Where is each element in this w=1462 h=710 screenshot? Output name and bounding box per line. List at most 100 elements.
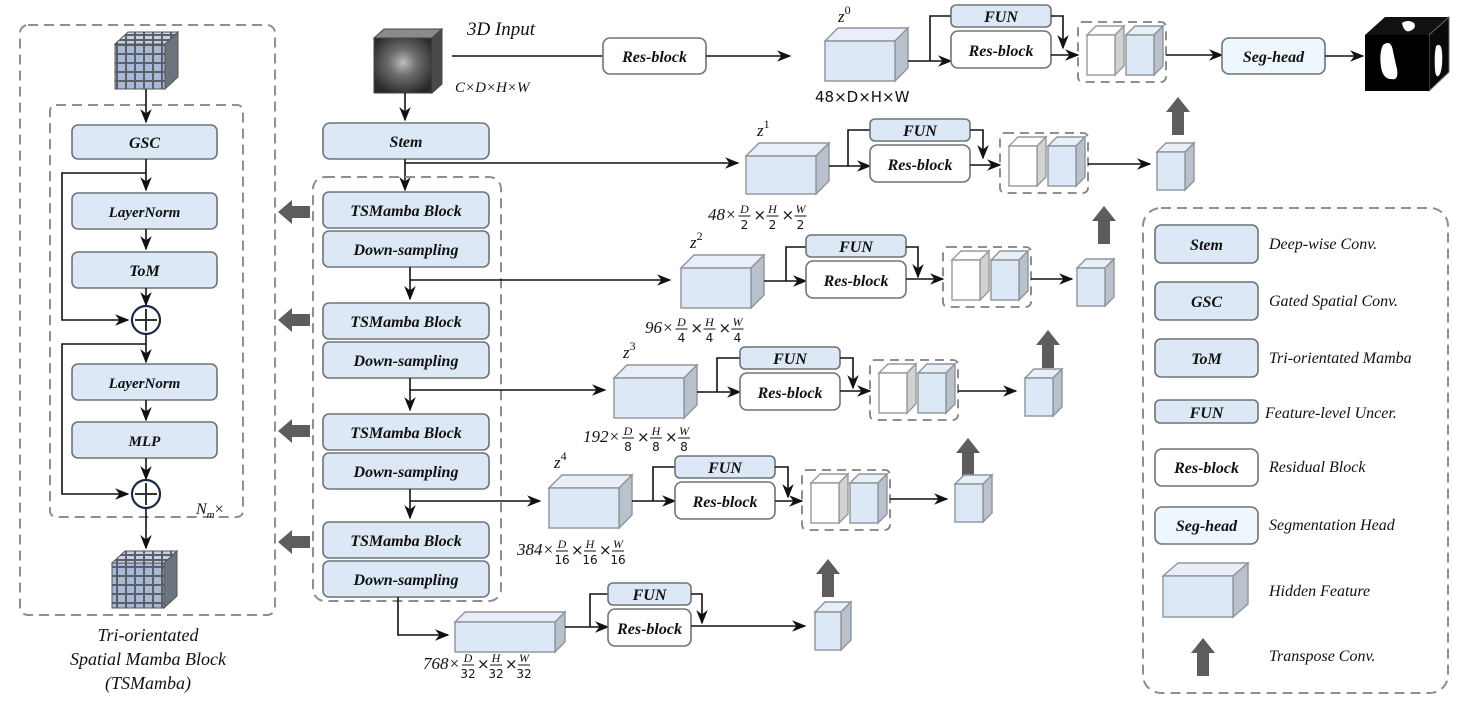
- frac-denominator: 4: [734, 331, 742, 345]
- down-sampling-1-label: Down-sampling: [353, 242, 459, 259]
- gsc-layer[interactable]: GSC: [71, 124, 218, 160]
- encoder-stage-3: TSMamba Block Down-sampling: [322, 413, 490, 490]
- feature-name-z0: z0: [837, 3, 851, 26]
- upsampled-cube-2: [1075, 257, 1116, 308]
- frac-denominator: 8: [680, 440, 688, 454]
- feature-name-z2: z2: [689, 229, 703, 252]
- tsmamba-block-3[interactable]: TSMamba Block: [322, 413, 490, 451]
- frac-numerator: D: [676, 315, 686, 329]
- segmentation-output-volume: [1365, 15, 1450, 93]
- frac-numerator: D: [739, 202, 749, 216]
- res-block-label: Res-block: [616, 621, 682, 638]
- layernorm-layer-2[interactable]: LayerNorm: [71, 363, 218, 401]
- fun-label: FUN: [772, 351, 808, 368]
- res-block-label: Res-block: [757, 385, 823, 402]
- tsmamba-block-1[interactable]: TSMamba Block: [322, 191, 490, 229]
- down-sampling-3[interactable]: Down-sampling: [322, 452, 490, 490]
- fun-block-4[interactable]: FUN: [674, 455, 776, 479]
- expand-arrow-icon-2: [278, 308, 310, 332]
- input-volume: [372, 27, 444, 95]
- legend-item-transpose-conv: Transpose Conv.: [1191, 638, 1375, 676]
- transpose-conv-arrow-5: [816, 559, 840, 597]
- concat-group-1: [999, 132, 1089, 194]
- upsampled-cube-3: [1023, 367, 1064, 418]
- fun-block-2[interactable]: FUN: [805, 234, 907, 258]
- fun-block-1[interactable]: FUN: [869, 118, 971, 142]
- tsmamba-block-4[interactable]: TSMamba Block: [322, 521, 490, 559]
- feature-shape-label-2: 96× D4× H4× W4: [645, 315, 744, 345]
- feature-shape-label-1: 48× D2× H2× W2: [708, 202, 807, 232]
- mlp-layer-label: MLP: [128, 434, 162, 450]
- res-block-4[interactable]: Res-block: [674, 481, 776, 520]
- concat-upsampled-cube: [1007, 135, 1048, 188]
- legend-key-gsc: GSC: [1191, 294, 1222, 311]
- fun-block-0[interactable]: FUN: [950, 4, 1052, 28]
- frac-denominator: 2: [741, 218, 749, 232]
- frac-numerator: W: [795, 202, 806, 216]
- res-block-5[interactable]: Res-block: [607, 608, 692, 647]
- legend-key-seg-head: Seg-head: [1176, 518, 1238, 535]
- fun-block-3[interactable]: FUN: [739, 346, 841, 370]
- res-block-0[interactable]: Res-block: [950, 30, 1052, 69]
- fun-label: FUN: [632, 587, 668, 604]
- legend-desc-tom: Tri-orientated Mamba: [1269, 350, 1412, 367]
- res-block-label: Res-block: [823, 273, 889, 290]
- feature-cube-z2: [679, 253, 766, 310]
- tsmamba-block-1-label: TSMamba Block: [350, 203, 462, 220]
- seg-head-label: Seg-head: [1243, 49, 1305, 66]
- legend-item-hidden-feature: Hidden Feature: [1161, 561, 1370, 619]
- transpose-conv-arrow-4: [956, 438, 980, 476]
- legend-item-stem: Stem Deep-wise Conv.: [1154, 224, 1377, 264]
- concat-upsampled-cube: [1085, 24, 1126, 77]
- seg-head-block[interactable]: Seg-head: [1221, 37, 1326, 75]
- frac-numerator: H: [651, 424, 662, 438]
- stem-block[interactable]: Stem: [322, 122, 490, 160]
- input-label: 3D Input: [466, 19, 536, 40]
- res-block-2[interactable]: Res-block: [805, 260, 907, 299]
- layernorm-layer-1[interactable]: LayerNorm: [71, 192, 218, 230]
- res-block-top-skip[interactable]: Res-block: [602, 37, 707, 75]
- res-block-1[interactable]: Res-block: [869, 144, 971, 183]
- frac-numerator: D: [463, 651, 473, 665]
- times-sign: ×: [753, 206, 766, 224]
- frac-denominator: 32: [516, 667, 531, 681]
- frac-denominator: 16: [582, 553, 597, 567]
- tom-layer[interactable]: ToM: [71, 251, 218, 289]
- tsmamba-block-4-label: TSMamba Block: [350, 533, 462, 550]
- mlp-layer[interactable]: MLP: [71, 421, 218, 459]
- times-sign: ×: [690, 319, 703, 337]
- concat-upsampled-cube: [809, 472, 850, 525]
- down-sampling-4[interactable]: Down-sampling: [322, 560, 490, 598]
- frac-numerator: W: [732, 315, 743, 329]
- fun-block-5[interactable]: FUN: [607, 582, 692, 606]
- fun-label: FUN: [983, 9, 1019, 26]
- concat-group-0: [1077, 21, 1167, 83]
- shape-prefix: 384×: [516, 540, 554, 559]
- down-sampling-2[interactable]: Down-sampling: [322, 341, 490, 379]
- fun-label: FUN: [838, 239, 874, 256]
- transpose-conv-arrow-1: [1166, 97, 1190, 135]
- res-block-3[interactable]: Res-block: [739, 372, 841, 411]
- legend-item-gsc: GSC Gated Spatial Conv.: [1154, 281, 1398, 321]
- down-sampling-1[interactable]: Down-sampling: [322, 230, 490, 268]
- concat-group-4: [801, 469, 891, 531]
- frac-denominator: 8: [652, 440, 660, 454]
- add-node-1: [130, 304, 162, 336]
- concat-group-2: [942, 246, 1032, 308]
- down-sampling-2-label: Down-sampling: [353, 353, 459, 370]
- shape-prefix: 192×: [583, 427, 620, 446]
- frac-numerator: W: [613, 537, 624, 551]
- frac-denominator: 8: [624, 440, 632, 454]
- expand-arrows: [278, 200, 310, 554]
- legend-key-fun: FUN: [1189, 405, 1225, 422]
- legend-desc-transpose-conv: Transpose Conv.: [1269, 648, 1375, 665]
- voxel-cube-icon-top: [113, 30, 180, 91]
- tsmamba-block-2[interactable]: TSMamba Block: [322, 302, 490, 340]
- down-sampling-4-label: Down-sampling: [353, 572, 459, 589]
- frac-denominator: 2: [797, 218, 805, 232]
- concat-skip-cube: [848, 472, 889, 525]
- transpose-conv-icon: [1191, 638, 1215, 676]
- expand-arrow-icon-4: [278, 530, 310, 554]
- tsmamba-caption-line1: Tri-orientated: [97, 625, 199, 645]
- concat-upsampled-cube: [950, 249, 991, 302]
